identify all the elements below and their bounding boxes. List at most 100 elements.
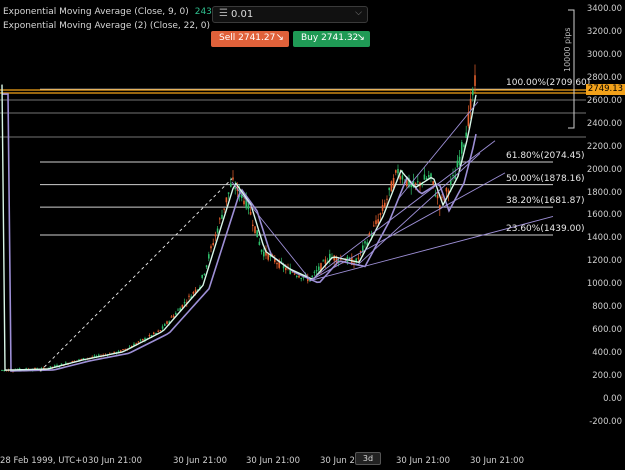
candle-body (401, 175, 404, 180)
price-tick: 1600.00 (586, 210, 622, 221)
candle-body (172, 315, 175, 318)
candle-body (364, 241, 366, 244)
candle-body (474, 75, 476, 86)
candle-body (390, 181, 393, 192)
price-tick: -200.00 (589, 416, 622, 427)
candle-body (210, 246, 212, 249)
candle-body (322, 260, 324, 262)
trendline (309, 172, 506, 282)
time-tick: 28 Feb 1999, UTC+0 (0, 456, 88, 466)
candle-body (384, 202, 386, 208)
candle-body (318, 266, 320, 271)
candle-body (293, 273, 296, 275)
ema-9-line (1, 84, 477, 371)
candle-body (324, 259, 327, 264)
price-tick: 600.00 (592, 325, 622, 336)
price-tick: 1000.00 (586, 279, 622, 290)
price-chart[interactable] (0, 0, 625, 470)
candle-body (98, 354, 100, 356)
candle-body (203, 273, 206, 275)
time-tick: 30 Jun 21:00 (246, 456, 300, 466)
candle-body (452, 175, 454, 177)
price-tick: 2600.00 (586, 95, 622, 106)
candle-body (159, 330, 162, 332)
candle-body (225, 197, 228, 203)
candle-body (285, 267, 287, 271)
fib-label: 38.20%(1681.87) (506, 196, 585, 207)
candle-body (472, 89, 474, 96)
fib-label: 61.80%(2074.45) (506, 151, 585, 162)
current-price-tag: 2749.13 (586, 84, 625, 95)
price-tick: 200.00 (592, 371, 622, 382)
fib-label: 50.00%(1878.16) (506, 173, 585, 184)
candle-body (1, 369, 3, 371)
price-tick: 2000.00 (586, 164, 622, 175)
candle-body (142, 338, 144, 341)
candle-body (300, 278, 302, 280)
candle-body (395, 170, 397, 173)
pips-ruler-label: 10000 pips (563, 27, 572, 72)
candle-body (428, 175, 430, 178)
time-tick: 30 Jun 21:00 (396, 456, 450, 466)
price-tick: 3400.00 (586, 4, 622, 14)
candle-body (254, 226, 256, 234)
candle-body (445, 188, 448, 192)
candle-body (221, 214, 223, 219)
candle-body (113, 351, 115, 353)
candle-body (223, 208, 225, 210)
candle-body (313, 271, 316, 273)
time-tick: 30 Jun 21:00 (470, 456, 524, 466)
candle-body (456, 160, 459, 168)
candle-body (357, 257, 360, 259)
ema-22-line (2, 93, 477, 372)
candle-body (256, 230, 258, 238)
candle-body (359, 250, 362, 252)
candle-body (183, 301, 186, 304)
candle-body (296, 276, 298, 278)
candle-body (399, 176, 401, 180)
candle-body (60, 363, 63, 365)
candle-body (166, 321, 168, 324)
candle-body (161, 326, 164, 329)
candle-body (164, 324, 166, 326)
candle-body (267, 253, 269, 260)
candle-body (458, 156, 461, 166)
time-tick: 30 Jun 21:00 (173, 456, 227, 466)
candle-body (362, 245, 364, 252)
price-tick: 1800.00 (586, 187, 622, 198)
price-tick: 1200.00 (586, 256, 622, 267)
price-tick: 2400.00 (586, 118, 622, 129)
candle-body (252, 224, 254, 226)
trendline (231, 181, 311, 280)
candle-body (436, 195, 439, 199)
price-tick: 3200.00 (586, 26, 622, 37)
candle-body (298, 275, 300, 278)
candle-body (208, 254, 210, 259)
candle-body (201, 274, 203, 278)
candle-body (175, 312, 177, 315)
candle-body (232, 177, 234, 180)
candle-body (230, 183, 232, 187)
candle-body (461, 142, 463, 154)
candle-body (276, 263, 278, 265)
timeframe-badge[interactable]: 3d (355, 452, 381, 465)
candle-body (260, 249, 263, 252)
price-tick: 3000.00 (586, 49, 622, 60)
candle-body (258, 241, 261, 245)
price-tick: 400.00 (592, 348, 622, 359)
candle-body (192, 292, 195, 294)
candle-body (177, 309, 179, 311)
candle-body (170, 316, 173, 318)
price-tick: 1400.00 (586, 233, 622, 244)
candle-body (463, 144, 465, 147)
candle-body (148, 335, 151, 337)
candle-body (214, 234, 217, 237)
candle-body (188, 295, 190, 297)
candle-body (417, 181, 419, 183)
candle-body (311, 275, 313, 277)
candle-body (386, 198, 388, 200)
candle-body (397, 168, 399, 174)
candle-body (205, 265, 208, 268)
candle-body (137, 341, 140, 343)
candle-body (243, 200, 245, 205)
